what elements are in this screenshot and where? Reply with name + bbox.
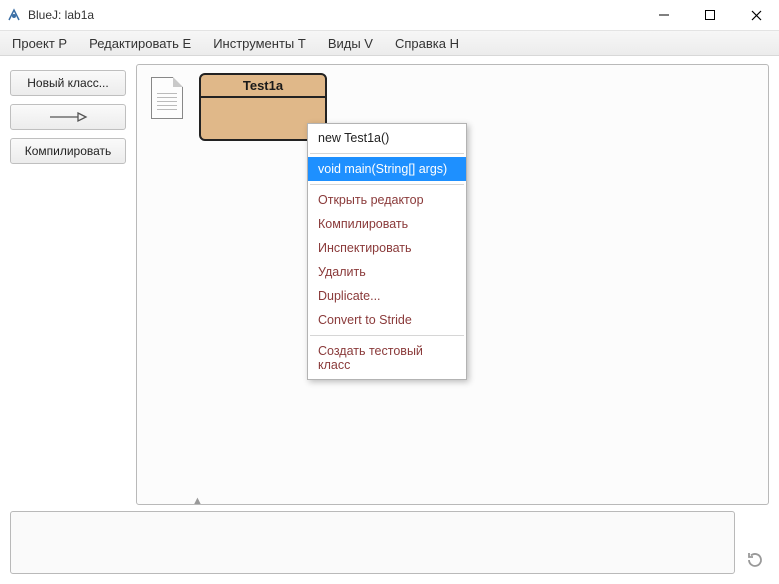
ctx-create-test-class[interactable]: Создать тестовый класс: [308, 339, 466, 377]
menu-help[interactable]: Справка H: [391, 34, 463, 53]
class-diagram-canvas[interactable]: Test1a new Test1a() void main(String[] a…: [136, 64, 769, 505]
menubar: Проект P Редактировать E Инструменты T В…: [0, 30, 779, 56]
left-toolbar: Новый класс... Компилировать: [10, 64, 126, 505]
ctx-compile[interactable]: Компилировать: [308, 212, 466, 236]
titlebar: BlueJ: lab1a: [0, 0, 779, 30]
ctx-separator: [310, 184, 464, 185]
ctx-separator: [310, 335, 464, 336]
ctx-separator: [310, 153, 464, 154]
ctx-new-instance[interactable]: new Test1a(): [308, 126, 466, 150]
dependency-arrow-button[interactable]: [10, 104, 126, 130]
window-title: BlueJ: lab1a: [28, 8, 94, 22]
rerun-icon[interactable]: [741, 511, 769, 574]
menu-views[interactable]: Виды V: [324, 34, 377, 53]
menu-project[interactable]: Проект P: [8, 34, 71, 53]
class-name-label: Test1a: [201, 75, 325, 98]
compile-button[interactable]: Компилировать: [10, 138, 126, 164]
maximize-button[interactable]: [687, 0, 733, 30]
minimize-button[interactable]: [641, 0, 687, 30]
ctx-open-editor[interactable]: Открыть редактор: [308, 188, 466, 212]
readme-document-icon[interactable]: [151, 77, 183, 119]
ctx-inspect[interactable]: Инспектировать: [308, 236, 466, 260]
close-button[interactable]: [733, 0, 779, 30]
context-menu: new Test1a() void main(String[] args) От…: [307, 123, 467, 380]
bottom-area: [0, 509, 779, 584]
ctx-duplicate[interactable]: Duplicate...: [308, 284, 466, 308]
ctx-remove[interactable]: Удалить: [308, 260, 466, 284]
menu-edit[interactable]: Редактировать E: [85, 34, 195, 53]
new-class-button[interactable]: Новый класс...: [10, 70, 126, 96]
bluej-app-icon: [6, 7, 22, 23]
main-area: Новый класс... Компилировать Test1a new …: [0, 56, 779, 509]
window-controls: [641, 0, 779, 30]
object-bench[interactable]: [10, 511, 735, 574]
collapse-triangle-icon[interactable]: ▲: [192, 495, 203, 507]
ctx-void-main[interactable]: void main(String[] args): [308, 157, 466, 181]
menu-tools[interactable]: Инструменты T: [209, 34, 310, 53]
ctx-convert-stride[interactable]: Convert to Stride: [308, 308, 466, 332]
